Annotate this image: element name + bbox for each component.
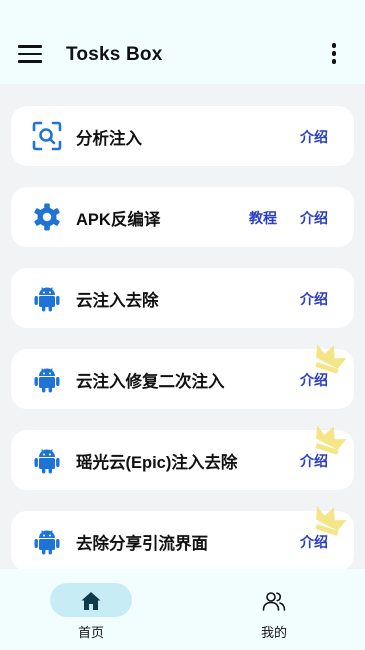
- crown-icon: [315, 425, 347, 455]
- status-bar: [0, 0, 365, 26]
- menu-icon[interactable]: [18, 45, 42, 65]
- crown-icon: [315, 344, 347, 374]
- feature-list: 分析注入 介绍 APK反编译 教程 介绍 云注入去除 介绍 云注入修复二次注入 …: [0, 84, 365, 570]
- gear-icon: [34, 203, 60, 231]
- nav-label: 首页: [77, 625, 104, 640]
- intro-link[interactable]: 介绍: [300, 289, 328, 309]
- nav-label: 我的: [260, 625, 287, 640]
- app-title: Tosks Box: [66, 44, 163, 65]
- android-icon: [34, 368, 60, 393]
- intro-link[interactable]: 介绍: [300, 127, 328, 147]
- scan-search-icon: [32, 121, 62, 151]
- item-label: 去除分享引流界面: [76, 535, 208, 553]
- list-item[interactable]: APK反编译 教程 介绍: [11, 187, 354, 247]
- crown-icon: [315, 506, 347, 536]
- android-icon: [34, 449, 60, 474]
- list-item[interactable]: 分析注入 介绍: [11, 106, 354, 166]
- item-label: 云注入去除: [76, 292, 159, 310]
- list-item[interactable]: 云注入去除 介绍: [11, 268, 354, 328]
- android-icon: [34, 287, 60, 312]
- more-options-icon[interactable]: [326, 43, 342, 67]
- nav-home[interactable]: 首页: [0, 569, 182, 650]
- bottom-navigation: 首页 我的: [0, 569, 365, 650]
- android-icon: [34, 530, 60, 555]
- people-icon: [262, 592, 286, 611]
- item-label: 分析注入: [76, 130, 142, 148]
- intro-link[interactable]: 介绍: [300, 208, 328, 228]
- tutorial-link[interactable]: 教程: [249, 208, 277, 228]
- item-label: 瑶光云(Epic)注入去除: [76, 454, 238, 472]
- nav-mine[interactable]: 我的: [183, 569, 365, 650]
- home-icon: [81, 592, 101, 610]
- list-item[interactable]: 云注入修复二次注入 介绍: [11, 349, 354, 409]
- app-bar: Tosks Box: [0, 26, 365, 84]
- list-item[interactable]: 瑶光云(Epic)注入去除 介绍: [11, 430, 354, 490]
- item-label: 云注入修复二次注入: [76, 373, 225, 391]
- item-label: APK反编译: [76, 211, 161, 229]
- list-item[interactable]: 去除分享引流界面 介绍: [11, 511, 354, 570]
